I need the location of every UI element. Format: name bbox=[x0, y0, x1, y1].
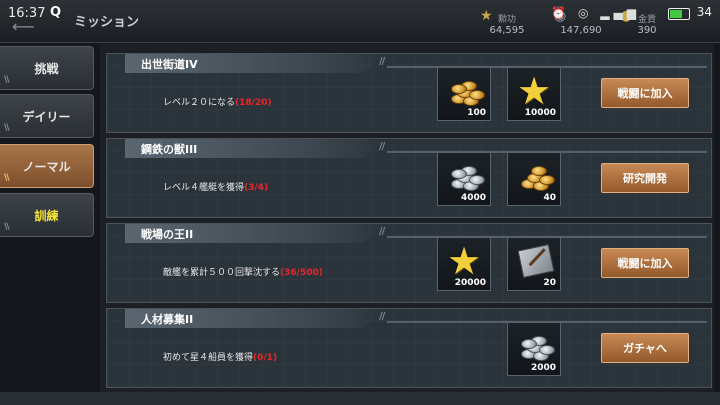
mission-card: 人材募集II // 初めて星４船員を獲得(0/1) 2000 ガチャへ bbox=[106, 308, 712, 388]
mission-progress: (0/1) bbox=[253, 353, 278, 363]
mission-desc-text: レベル４艦艇を獲得 bbox=[163, 183, 245, 193]
reward-item[interactable]: ★ 20000 bbox=[437, 237, 491, 291]
tab-chevron-icon: \\ bbox=[4, 75, 9, 85]
reward-item[interactable]: 4000 bbox=[437, 152, 491, 206]
mission-title: 戦場の王II bbox=[141, 228, 194, 241]
mission-title-bar: 戦場の王II bbox=[125, 224, 385, 243]
reward-qty: 2000 bbox=[530, 363, 556, 373]
resource-label: 勲功 bbox=[498, 15, 517, 25]
mission-title: 人材募集II bbox=[141, 313, 194, 326]
reward-item[interactable]: 2000 bbox=[507, 322, 561, 376]
gold-coins-icon bbox=[517, 161, 555, 191]
reward-item[interactable]: 40 bbox=[507, 152, 561, 206]
gacha-button[interactable]: ガチャへ bbox=[601, 333, 689, 363]
mission-progress: (3/4) bbox=[244, 183, 269, 193]
title-slash-icon: // bbox=[379, 311, 385, 322]
reward-qty: 4000 bbox=[460, 193, 486, 203]
resource-label: 金貨 bbox=[638, 15, 657, 25]
mission-card: 出世街道IV // レベル２０になる(18/20) 100 ★ 10000 戦闘… bbox=[106, 53, 712, 133]
reward-qty: 20 bbox=[543, 278, 556, 288]
battery-icon bbox=[668, 8, 690, 20]
battery-percent: 34 bbox=[696, 5, 712, 19]
mission-desc: レベル４艦艇を獲得(3/4) bbox=[163, 180, 268, 193]
blueprint-icon bbox=[517, 243, 555, 279]
mission-title: 出世街道IV bbox=[141, 58, 198, 71]
page-title: ミッション bbox=[74, 15, 140, 30]
bottom-bar bbox=[0, 392, 720, 405]
resource-value: 64,595 bbox=[489, 25, 525, 36]
app-q-icon: Q bbox=[50, 5, 62, 20]
resource-value: 390 bbox=[637, 25, 657, 36]
resource-medals: ★ 勲功 64,595 bbox=[472, 8, 542, 38]
status-icons: ⏰ ◎ ▂▄▆ bbox=[551, 6, 640, 20]
mission-desc-text: 敵艦を累計５００回撃沈する bbox=[163, 268, 281, 278]
tab-daily[interactable]: デイリー \\ bbox=[0, 94, 94, 138]
title-slash-icon: // bbox=[379, 226, 385, 237]
reward-item[interactable]: 100 bbox=[437, 67, 491, 121]
tab-label: 訓練 bbox=[34, 209, 59, 223]
mission-title-bar: 出世街道IV bbox=[125, 54, 385, 73]
mission-card: 戦場の王II // 敵艦を累計５００回撃沈する(36/500) ★ 20000 … bbox=[106, 223, 712, 303]
reward-qty: 40 bbox=[543, 193, 556, 203]
reward-qty: 10000 bbox=[524, 108, 556, 118]
top-bar: 16:37 Q ⟵ ミッション ★ 勲功 64,595 ◉ 147,690 ● … bbox=[0, 0, 720, 43]
mission-progress: (18/20) bbox=[235, 98, 272, 108]
reward-qty: 20000 bbox=[454, 278, 486, 288]
research-button[interactable]: 研究開発 bbox=[601, 163, 689, 193]
mission-desc-text: 初めて星４船員を獲得 bbox=[163, 353, 254, 363]
join-battle-button[interactable]: 戦闘に加入 bbox=[601, 248, 689, 278]
mission-desc: 敵艦を累計５００回撃沈する(36/500) bbox=[163, 265, 323, 278]
tab-chevron-icon: \\ bbox=[4, 222, 9, 232]
reward-item[interactable]: 20 bbox=[507, 237, 561, 291]
mission-title-bar: 人材募集II bbox=[125, 309, 385, 328]
reward-qty: 100 bbox=[467, 108, 486, 118]
star-icon: ★ bbox=[446, 239, 482, 283]
gold-coins-icon bbox=[447, 76, 485, 106]
tab-label: デイリー bbox=[22, 110, 71, 124]
mission-desc: レベル２０になる(18/20) bbox=[163, 95, 272, 108]
title-slash-icon: // bbox=[379, 56, 385, 67]
mission-progress: (36/500) bbox=[280, 268, 323, 278]
mission-title-bar: 鋼鉄の獣III bbox=[125, 139, 385, 158]
resource-value: 147,690 bbox=[560, 25, 602, 36]
title-slash-icon: // bbox=[379, 141, 385, 152]
tab-chevron-icon: \\ bbox=[4, 123, 9, 133]
star-medal-icon: ★ bbox=[480, 8, 493, 24]
silver-coins-icon bbox=[447, 161, 485, 191]
tab-challenge[interactable]: 挑戦 \\ bbox=[0, 46, 94, 90]
reward-item[interactable]: ★ 10000 bbox=[507, 67, 561, 121]
mission-desc: 初めて星４船員を獲得(0/1) bbox=[163, 350, 277, 363]
tab-training[interactable]: 訓練 \\ bbox=[0, 193, 94, 237]
mission-title: 鋼鉄の獣III bbox=[141, 143, 198, 156]
tab-label: ノーマル bbox=[22, 160, 71, 174]
join-battle-button[interactable]: 戦闘に加入 bbox=[601, 78, 689, 108]
star-icon: ★ bbox=[516, 69, 552, 113]
tab-normal[interactable]: ノーマル \\ bbox=[0, 144, 94, 188]
tab-chevron-icon: \\ bbox=[4, 173, 9, 183]
silver-coins-icon bbox=[517, 331, 555, 361]
mission-desc-text: レベル２０になる bbox=[163, 98, 236, 108]
tab-label: 挑戦 bbox=[34, 62, 59, 76]
back-arrow-icon[interactable]: ⟵ bbox=[12, 19, 38, 35]
mission-card: 鋼鉄の獣III // レベル４艦艇を獲得(3/4) 4000 40 研究開発 bbox=[106, 138, 712, 218]
